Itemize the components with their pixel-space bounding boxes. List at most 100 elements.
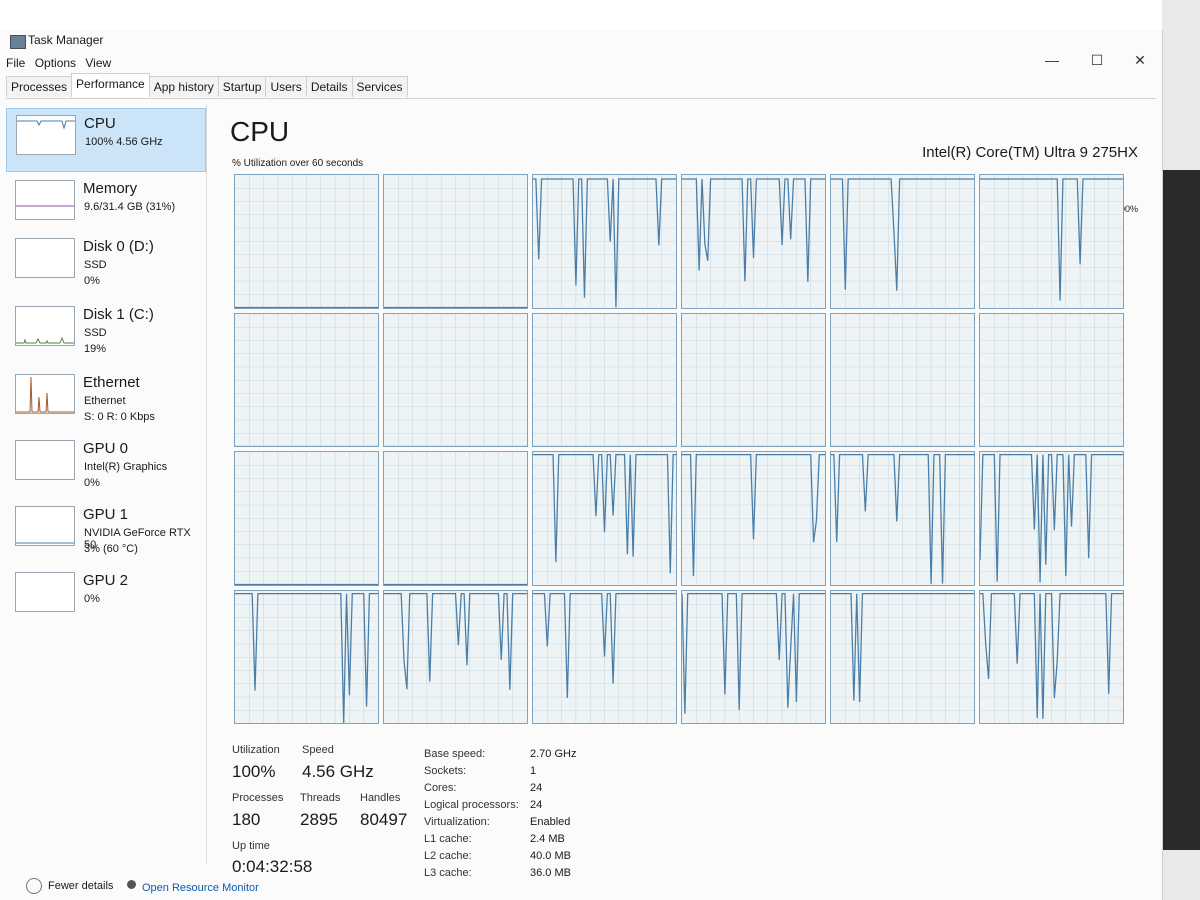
minimize-button[interactable]: — <box>1030 50 1074 70</box>
sidebar-item-disk-1[interactable]: Disk 1 (C:) SSD 19% <box>6 300 204 362</box>
disk-0-thumbnail-graph <box>15 238 75 278</box>
task-manager-window: Task Manager — ☐ ✕ File Options View Pro… <box>0 30 1163 900</box>
core-graph <box>532 451 677 586</box>
disk-1-thumbnail-graph <box>15 306 75 346</box>
cpu-detail-panel: CPU Intel(R) Core(TM) Ultra 9 275HX % Ut… <box>210 104 1154 884</box>
utilization-value: 100% <box>232 762 276 781</box>
ethernet-thumbnail-graph <box>15 374 75 414</box>
sidebar-item-detail: 9.6/31.4 GB (31%) <box>84 201 176 213</box>
sidebar-item-detail: S: 0 R: 0 Kbps <box>84 411 155 423</box>
desktop-wallpaper <box>1162 170 1200 850</box>
memory-thumbnail-graph <box>15 180 75 220</box>
handles-value: 80497 <box>360 810 408 829</box>
task-manager-icon <box>10 35 26 49</box>
sidebar-item-label: GPU 2 <box>83 572 129 589</box>
detail-label: Sockets: <box>424 765 467 777</box>
core-graph <box>532 312 677 447</box>
threads-value: 2895 <box>300 810 338 829</box>
core-graph <box>383 174 528 309</box>
core-graph <box>979 174 1124 309</box>
sidebar-item-detail: Intel(R) Graphics <box>84 461 168 473</box>
tab-performance[interactable]: Performance <box>71 73 150 97</box>
tab-startup[interactable]: Startup <box>217 76 267 97</box>
tab-bar: Processes Performance App history Startu… <box>6 73 1156 99</box>
sidebar-item-label: GPU 0 <box>83 440 129 457</box>
gpu-2-thumbnail-graph <box>15 572 75 612</box>
menu-view[interactable]: View <box>85 56 111 70</box>
logical-processor-graphs <box>234 174 1124 724</box>
tab-users[interactable]: Users <box>265 76 307 97</box>
graph-caption: % Utilization over 60 seconds <box>232 158 364 169</box>
detail-value: Enabled <box>530 816 571 828</box>
core-graph <box>830 589 975 724</box>
sidebar-item-detail: 19% <box>84 343 107 355</box>
fewer-details-link[interactable]: Fewer details <box>48 880 113 892</box>
resource-monitor-icon <box>127 880 136 889</box>
core-graph <box>383 451 528 586</box>
sidebar-item-ethernet[interactable]: Ethernet Ethernet S: 0 R: 0 Kbps <box>6 368 204 430</box>
core-graph <box>234 589 379 724</box>
sidebar-item-detail: Ethernet <box>84 395 126 407</box>
menu-bar: File Options View <box>6 56 117 70</box>
core-graph <box>234 451 379 586</box>
sidebar-item-memory[interactable]: Memory 9.6/31.4 GB (31%) <box>6 174 204 236</box>
sidebar-item-label: Disk 1 (C:) <box>83 306 154 323</box>
open-resource-monitor-link[interactable]: Open Resource Monitor <box>142 882 259 894</box>
detail-label: Base speed: <box>424 748 486 760</box>
cpu-thumbnail-graph <box>16 115 76 155</box>
uptime-label: Up time <box>232 840 270 852</box>
threads-label: Threads <box>300 792 341 804</box>
sidebar-item-detail: SSD <box>84 259 107 271</box>
tab-processes[interactable]: Processes <box>6 76 73 97</box>
page-title: CPU <box>230 116 290 147</box>
core-graph <box>234 174 379 309</box>
sidebar-item-detail: 0% <box>84 593 100 605</box>
sidebar-item-detail: 0% <box>84 275 100 287</box>
core-graph <box>830 174 975 309</box>
menu-options[interactable]: Options <box>35 56 76 70</box>
sidebar-item-detail: SSD <box>84 327 107 339</box>
detail-label: L1 cache: <box>424 833 472 845</box>
sidebar-item-disk-0[interactable]: Disk 0 (D:) SSD 0% <box>6 232 204 294</box>
core-graph <box>830 312 975 447</box>
sidebar-item-gpu-1[interactable]: GPU 1 NVIDIA GeForce RTX 50 3% (60 °C) <box>6 500 204 562</box>
desktop-background-edge <box>1162 0 1200 900</box>
sidebar-item-detail: 3% (60 °C) <box>84 543 138 555</box>
cpu-stats: Utilization 100% Speed 4.56 GHz Processe… <box>232 744 1132 884</box>
window-title: Task Manager <box>28 33 104 47</box>
sidebar-item-detail: 100% 4.56 GHz <box>85 136 163 148</box>
menu-file[interactable]: File <box>6 56 25 70</box>
detail-label: L2 cache: <box>424 850 472 862</box>
maximize-button[interactable]: ☐ <box>1075 50 1119 70</box>
detail-value: 24 <box>530 782 543 794</box>
title-bar: Task Manager <box>0 30 1162 54</box>
detail-label: Logical processors: <box>424 799 519 811</box>
detail-value: 2.4 MB <box>530 833 565 845</box>
core-graph <box>383 312 528 447</box>
close-button[interactable]: ✕ <box>1118 50 1162 70</box>
sidebar-item-label: Memory <box>83 180 138 197</box>
chevron-up-icon[interactable] <box>26 878 42 894</box>
sidebar-item-label: Ethernet <box>83 374 140 391</box>
detail-value: 24 <box>530 799 543 811</box>
detail-value: 1 <box>530 765 537 777</box>
sidebar-item-detail: 0% <box>84 477 100 489</box>
gpu-0-thumbnail-graph <box>15 440 75 480</box>
detail-value: 40.0 MB <box>530 850 571 862</box>
tab-app-history[interactable]: App history <box>148 76 219 97</box>
sidebar-item-label: CPU <box>84 115 116 132</box>
detail-value: 2.70 GHz <box>530 748 577 760</box>
core-graph <box>830 451 975 586</box>
core-graph <box>979 312 1124 447</box>
core-graph <box>681 589 826 724</box>
processes-label: Processes <box>232 792 284 804</box>
tab-details[interactable]: Details <box>305 76 353 97</box>
handles-label: Handles <box>360 792 401 804</box>
footer-bar: Fewer details Open Resource Monitor <box>0 874 1162 900</box>
core-graph <box>532 589 677 724</box>
sidebar-item-cpu[interactable]: CPU 100% 4.56 GHz <box>6 108 206 172</box>
sidebar-item-gpu-0[interactable]: GPU 0 Intel(R) Graphics 0% <box>6 434 204 496</box>
sidebar-item-gpu-2[interactable]: GPU 2 0% <box>6 566 204 628</box>
core-graph <box>979 451 1124 586</box>
tab-services[interactable]: Services <box>351 76 408 97</box>
